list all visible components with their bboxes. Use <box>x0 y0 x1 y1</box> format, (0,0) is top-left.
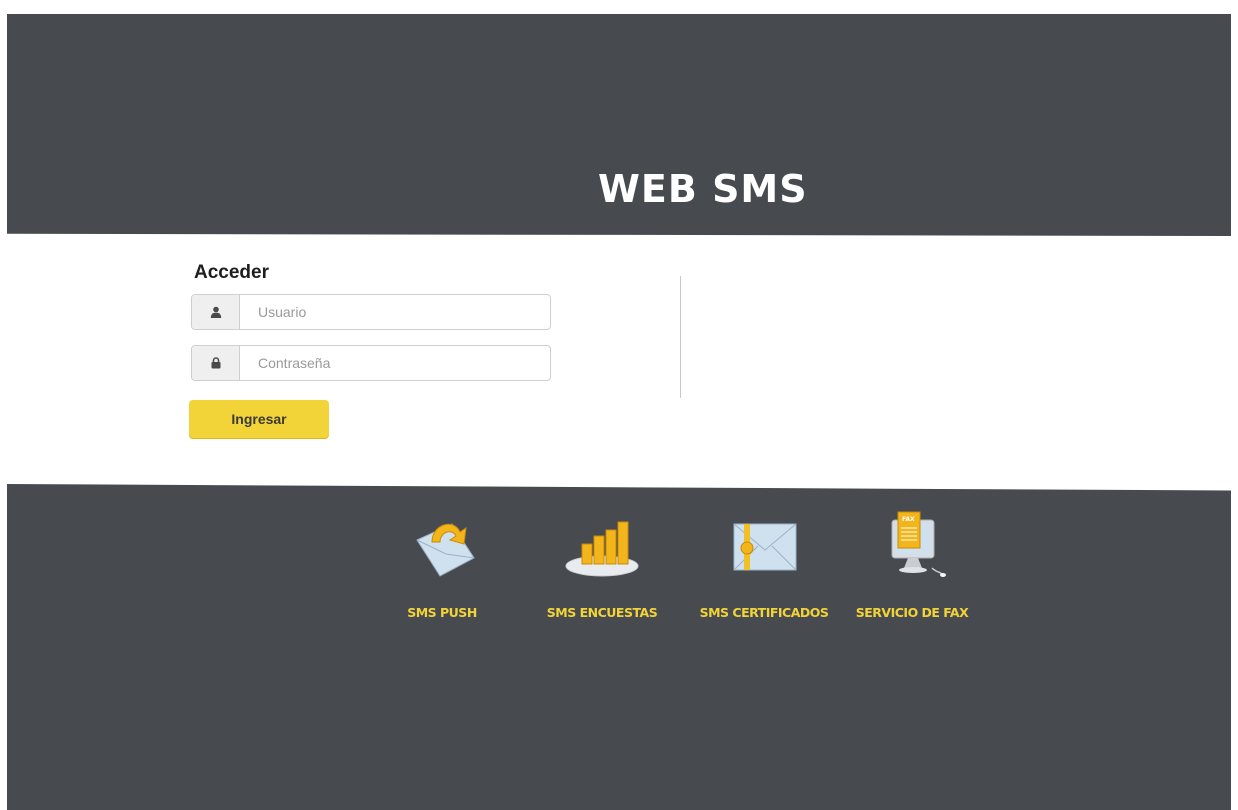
username-field <box>191 294 551 330</box>
fax-monitor-icon: FAX <box>891 511 946 577</box>
envelope-refresh-icon <box>416 523 475 577</box>
service-sms-encuestas[interactable]: SMS ENCUESTAS <box>522 510 682 620</box>
site-title: WEB SMS <box>598 167 808 211</box>
panel-divider <box>680 276 681 398</box>
login-panel: Acceder Ingresar <box>189 260 660 450</box>
certified-envelope-icon <box>733 523 797 571</box>
lock-icon <box>192 346 240 380</box>
service-label: SERVICIO DE FAX <box>855 605 969 620</box>
user-icon <box>192 295 240 329</box>
password-field <box>191 345 551 381</box>
service-label: SMS ENCUESTAS <box>546 605 658 620</box>
username-input[interactable] <box>240 295 550 329</box>
service-label: SMS PUSH <box>407 605 477 620</box>
service-label: SMS CERTIFICADOS <box>699 605 829 620</box>
bar-chart-icon <box>565 521 639 577</box>
login-button[interactable]: Ingresar <box>189 400 329 438</box>
svg-text:FAX: FAX <box>902 516 915 523</box>
service-fax[interactable]: FAX SERVICIO DE FAX <box>832 510 992 620</box>
service-sms-push[interactable]: SMS PUSH <box>362 510 522 620</box>
service-sms-certificados[interactable]: SMS CERTIFICADOS <box>684 510 844 620</box>
login-heading: Acceder <box>194 262 269 283</box>
password-input[interactable] <box>240 346 550 380</box>
